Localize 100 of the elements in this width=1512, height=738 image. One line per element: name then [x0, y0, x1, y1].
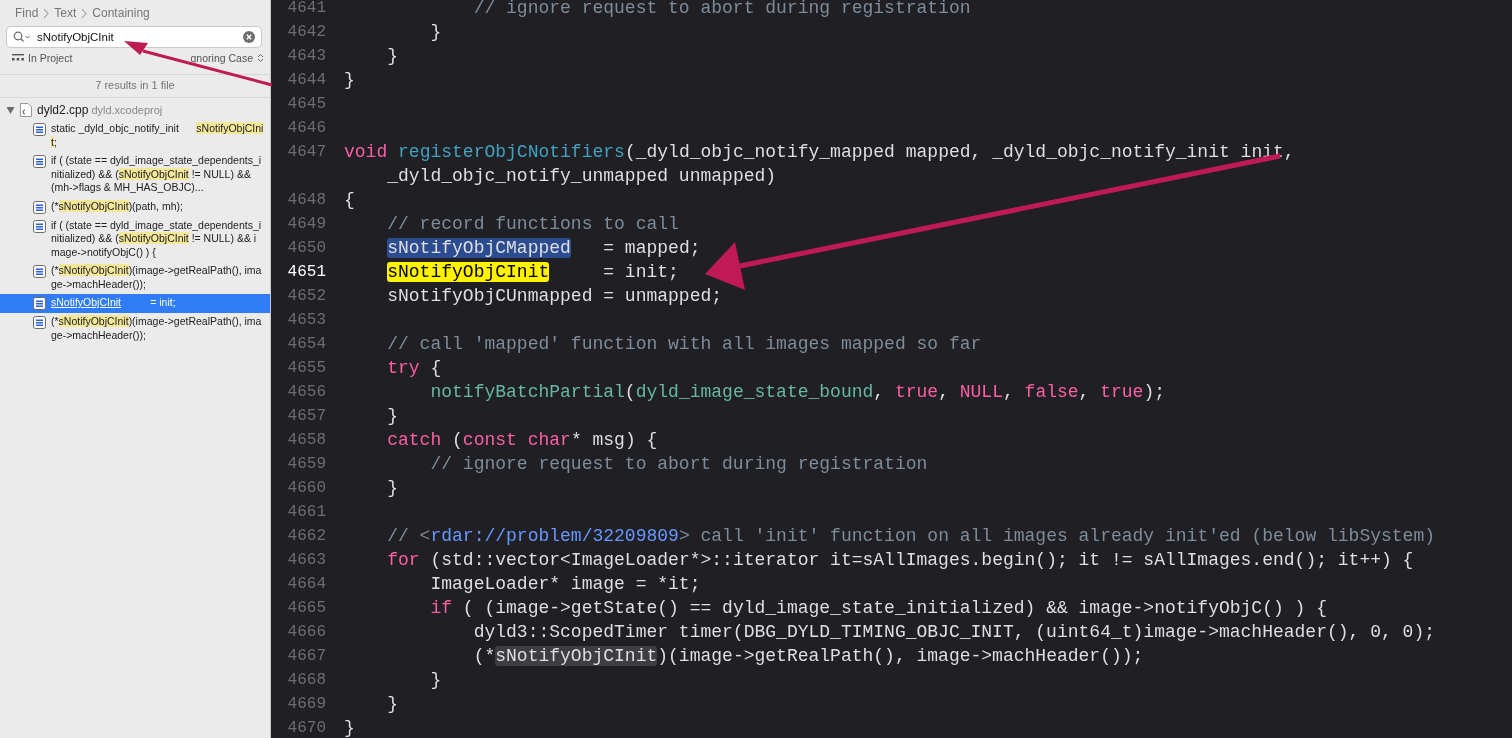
line-number: 4665	[286, 598, 327, 619]
breadcrumb-item[interactable]: Text	[54, 6, 77, 20]
code-comment: > call 'init' function on all images already init'ed (below libSystem)	[678, 526, 1435, 546]
code-token: }	[430, 670, 442, 690]
code-token: = mapped;	[603, 238, 701, 258]
search-result-item[interactable]: (*sNotifyObjCInit)(image->getRealPath(), image->machHeader());	[0, 313, 270, 345]
line-number: 4660	[286, 478, 327, 499]
clear-icon[interactable]	[243, 31, 255, 43]
code-token: (std::vector<ImageLoader*>::iterator it=sAllImages.begin(); it != sAllImages.end(); it++) {	[430, 550, 1414, 570]
search-result-item[interactable]: if ( (state == dyld_image_state_dependents_initialized) && (sNotifyObjCInit != NULL) && (mh->flags & MH_HAS_OBJC)...	[0, 152, 270, 198]
code-token: ,	[1002, 382, 1015, 402]
file-group-row[interactable]: dyld2.cpp dyld.xcodeproj	[0, 98, 270, 120]
code-token: NULL	[959, 382, 1003, 402]
code-token: {	[344, 190, 355, 210]
code-token: try	[387, 358, 420, 378]
found-symbol: sNotifyObjCInit	[387, 262, 550, 282]
line-number: 4666	[286, 622, 327, 643]
code-token: }	[387, 406, 399, 426]
text-document-icon	[33, 297, 46, 310]
line-number: 4662	[286, 526, 327, 547]
search-result-item[interactable]: sNotifyObjCInit = init;	[0, 294, 270, 313]
code-token: true	[1100, 382, 1144, 402]
code-token: = init;	[603, 262, 679, 282]
code-token: registerObjCNotifiers	[398, 142, 625, 162]
line-number: 4648	[286, 190, 327, 211]
code-token: );	[1143, 382, 1166, 402]
code-token: }	[344, 718, 355, 738]
code-token: ,	[1078, 382, 1091, 402]
breadcrumb-item[interactable]: Containing	[92, 6, 150, 20]
code-token: (*	[473, 646, 496, 666]
code-token: notifyBatchPartial	[430, 382, 625, 402]
case-selector[interactable]: gnoring Case	[190, 52, 264, 64]
up-down-chevron-icon	[257, 53, 264, 63]
selected-symbol: sNotifyObjCMapped	[387, 238, 571, 258]
line-number: 4663	[286, 550, 327, 571]
code-token: ( (image->getState() == dyld_image_state_initialized) && image->notifyObjC() ) {	[462, 598, 1327, 618]
code-comment: // <	[387, 526, 431, 546]
code-token: sNotifyObjCUnmapped = unmapped;	[387, 286, 723, 306]
line-number: 4653	[286, 310, 327, 331]
line-number: 4641	[286, 0, 327, 19]
code-token: true	[894, 382, 939, 402]
line-number: 4651	[286, 262, 327, 283]
line-number: 4667	[286, 646, 327, 667]
line-number: 4645	[286, 94, 327, 115]
line-number: 4650	[286, 238, 327, 259]
line-number: 4658	[286, 430, 327, 451]
code-token: {	[430, 358, 442, 378]
code-token: }	[387, 478, 399, 498]
line-number: 4642	[286, 22, 327, 43]
code-token: }	[344, 70, 355, 90]
code-comment: // ignore request to abort during registration	[430, 454, 928, 474]
search-result-item[interactable]: (*sNotifyObjCInit)(image->getRealPath(), image->machHeader());	[0, 262, 270, 294]
code-token: catch	[387, 430, 442, 450]
line-number: 4654	[286, 334, 327, 355]
line-number: 4669	[286, 694, 327, 715]
code-token: false	[1024, 382, 1079, 402]
search-result-item[interactable]: if ( (state == dyld_image_state_dependents_initialized) && (sNotifyObjCInit != NULL) && image->notifyObjC() ) {	[0, 216, 270, 262]
line-number: 4647	[286, 142, 327, 163]
text-document-icon	[33, 316, 46, 329]
code-token: ImageLoader* image = *it;	[430, 574, 701, 594]
code-token: (	[452, 430, 463, 450]
code-token: dyld_image_state_bound	[635, 382, 874, 402]
code-token: for	[387, 550, 420, 570]
code-token: char	[527, 430, 571, 450]
file-icon	[20, 103, 32, 117]
code-token: const	[462, 430, 517, 450]
symbol-occurrence: sNotifyObjCInit	[495, 646, 658, 666]
line-number: 4656	[286, 382, 327, 403]
text-document-icon	[33, 265, 46, 278]
text-document-icon	[33, 219, 46, 233]
code-token: _dyld_objc_notify_unmapped unmapped)	[387, 166, 777, 186]
line-number: 4655	[286, 358, 327, 379]
code-token: ,	[938, 382, 950, 402]
code-token: }	[387, 694, 399, 714]
code-token: if	[430, 598, 453, 618]
breadcrumb-item[interactable]: Find	[15, 6, 39, 20]
line-number: 4652	[286, 286, 327, 307]
text-document-icon	[33, 123, 46, 136]
text-document-icon	[33, 155, 46, 168]
line-number: 4659	[286, 454, 327, 475]
scope-selector[interactable]: In Project	[12, 52, 73, 64]
code-token: * msg) {	[570, 430, 658, 450]
line-number: 4649	[286, 214, 327, 235]
chevron-right-icon	[43, 7, 50, 19]
chevron-right-icon	[81, 7, 88, 19]
line-number: 4646	[286, 118, 327, 139]
search-field[interactable]: sNotifyObjCInit	[6, 26, 262, 48]
line-number: 4664	[286, 574, 327, 595]
line-number: 4668	[286, 670, 327, 691]
scope-icon	[12, 54, 24, 62]
code-token: void	[344, 142, 388, 162]
line-number: 4670	[286, 718, 327, 738]
text-document-icon	[33, 200, 46, 214]
code-token: }	[387, 46, 399, 66]
disclosure-triangle-icon[interactable]	[6, 105, 15, 115]
code-token: dyld3::ScopedTimer timer(DBG_DYLD_TIMING_OBJC_INIT, (uint64_t)image->machHeader(), 0, 0);	[473, 622, 1435, 642]
search-result-item[interactable]: (*sNotifyObjCInit)(path, mh);	[0, 197, 270, 217]
code-comment: // record functions to call	[387, 214, 679, 234]
code-comment: // call 'mapped' function with all images mapped so far	[387, 334, 982, 354]
code-comment: // ignore request to abort during registration	[473, 0, 971, 18]
